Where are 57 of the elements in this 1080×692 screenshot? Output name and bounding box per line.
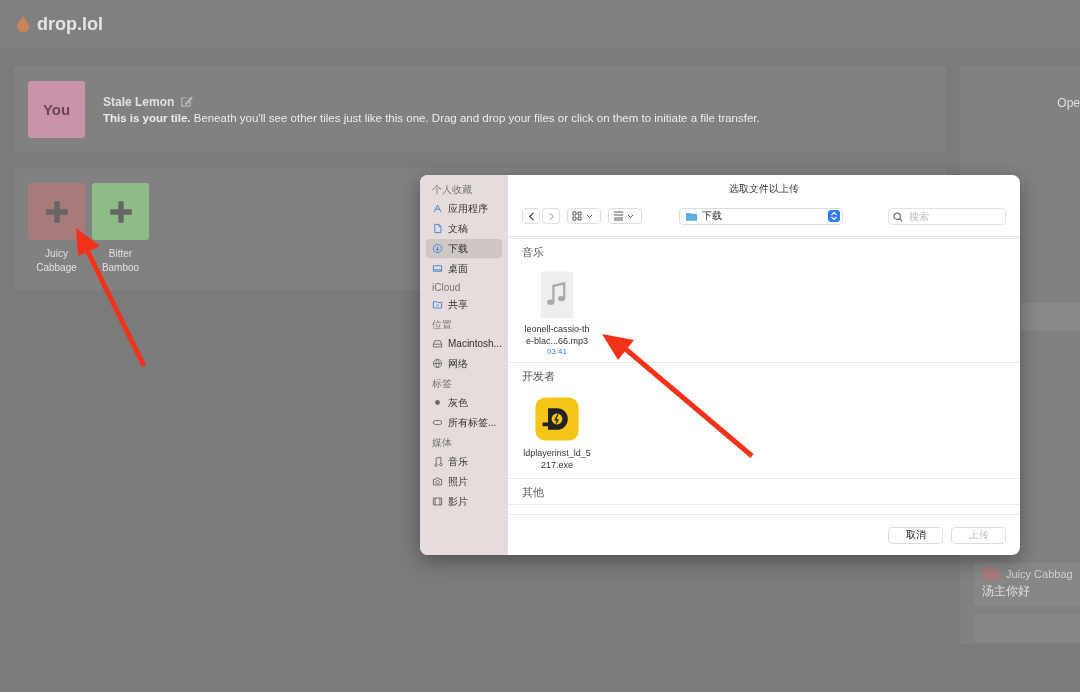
message-text: 汤主你好 xyxy=(982,583,1031,600)
group-heading: 音乐 xyxy=(522,245,545,260)
view-mode-button[interactable] xyxy=(567,208,601,224)
film-icon xyxy=(432,496,443,507)
file-item[interactable]: leonell-cassio-the-blac...66.mp3 03:41 xyxy=(522,268,592,357)
tag-icon xyxy=(432,417,443,428)
sidebar-heading: 标签 xyxy=(431,377,453,391)
sidebar-item[interactable]: Macintosh... xyxy=(426,334,502,353)
sidebar-item[interactable]: 网络 xyxy=(426,354,502,373)
location-dropdown[interactable]: 下载 xyxy=(679,207,843,225)
peer-name: Juicy Cabbage xyxy=(35,247,78,274)
camera-icon xyxy=(432,476,443,487)
globe-icon xyxy=(432,358,443,369)
user-name: Stale Lemon xyxy=(103,94,175,109)
dialog-button[interactable]: 取消 xyxy=(888,526,943,544)
dialog-title: 选取文件以上传 xyxy=(729,182,799,196)
group-heading: 其他 xyxy=(522,484,545,500)
sidebar-item[interactable]: 文稿 xyxy=(426,219,502,238)
app-name: drop.lol xyxy=(37,13,103,35)
group-heading: 开发者 xyxy=(522,369,556,385)
edit-icon[interactable] xyxy=(180,95,194,108)
sender-name: Juicy Cabbag xyxy=(1006,568,1073,580)
sidebar-heading: 媒体 xyxy=(431,436,453,450)
back-button[interactable] xyxy=(522,208,540,224)
group-button[interactable] xyxy=(608,208,642,224)
apps-icon xyxy=(432,203,443,214)
chevron-right-icon xyxy=(546,211,556,221)
chevron-left-icon xyxy=(526,211,536,221)
peer-tile[interactable] xyxy=(28,183,85,240)
folder-icon xyxy=(432,299,443,310)
search-field[interactable]: 搜索 xyxy=(888,207,1006,225)
sidebar-item[interactable]: 所有标签... xyxy=(426,413,502,432)
peer-name: Bitter Bamboo xyxy=(100,247,141,274)
sidebar-item[interactable]: 桌面 xyxy=(426,259,502,278)
up-down-icon xyxy=(828,210,840,222)
panel-heading: Ope xyxy=(1057,96,1080,110)
sidebar-item[interactable]: 照片 xyxy=(426,472,502,491)
sidebar-item[interactable]: 影片 xyxy=(426,492,502,511)
sidebar-item[interactable]: 下载 xyxy=(426,239,502,258)
download-icon xyxy=(432,243,443,254)
sidebar-item[interactable]: 音乐 xyxy=(426,452,502,471)
sidebar-heading: 个人收藏 xyxy=(431,183,473,197)
folder-icon xyxy=(686,211,697,221)
sidebar-item[interactable]: 应用程序 xyxy=(426,199,502,218)
sidebar-item[interactable]: 灰色 xyxy=(426,393,502,412)
desktop-icon xyxy=(432,263,443,274)
file-item[interactable]: ldplayerinst_ld_5217.exe xyxy=(522,392,592,472)
dot-icon xyxy=(432,397,443,408)
sidebar-heading: iCloud xyxy=(431,282,462,293)
peer-tile[interactable] xyxy=(92,183,149,240)
tile-description: This is your tile. Beneath you'll see other tiles just like this one. Drag and drop your files or click on them to initiate a file transfer. xyxy=(103,111,760,124)
sidebar-item[interactable]: 共享 xyxy=(426,295,502,314)
music-note-icon xyxy=(432,456,443,467)
document-icon xyxy=(432,223,443,234)
own-tile-avatar: You xyxy=(28,80,85,138)
drop-logo-icon xyxy=(17,16,29,32)
sidebar-heading: 位置 xyxy=(431,318,453,332)
